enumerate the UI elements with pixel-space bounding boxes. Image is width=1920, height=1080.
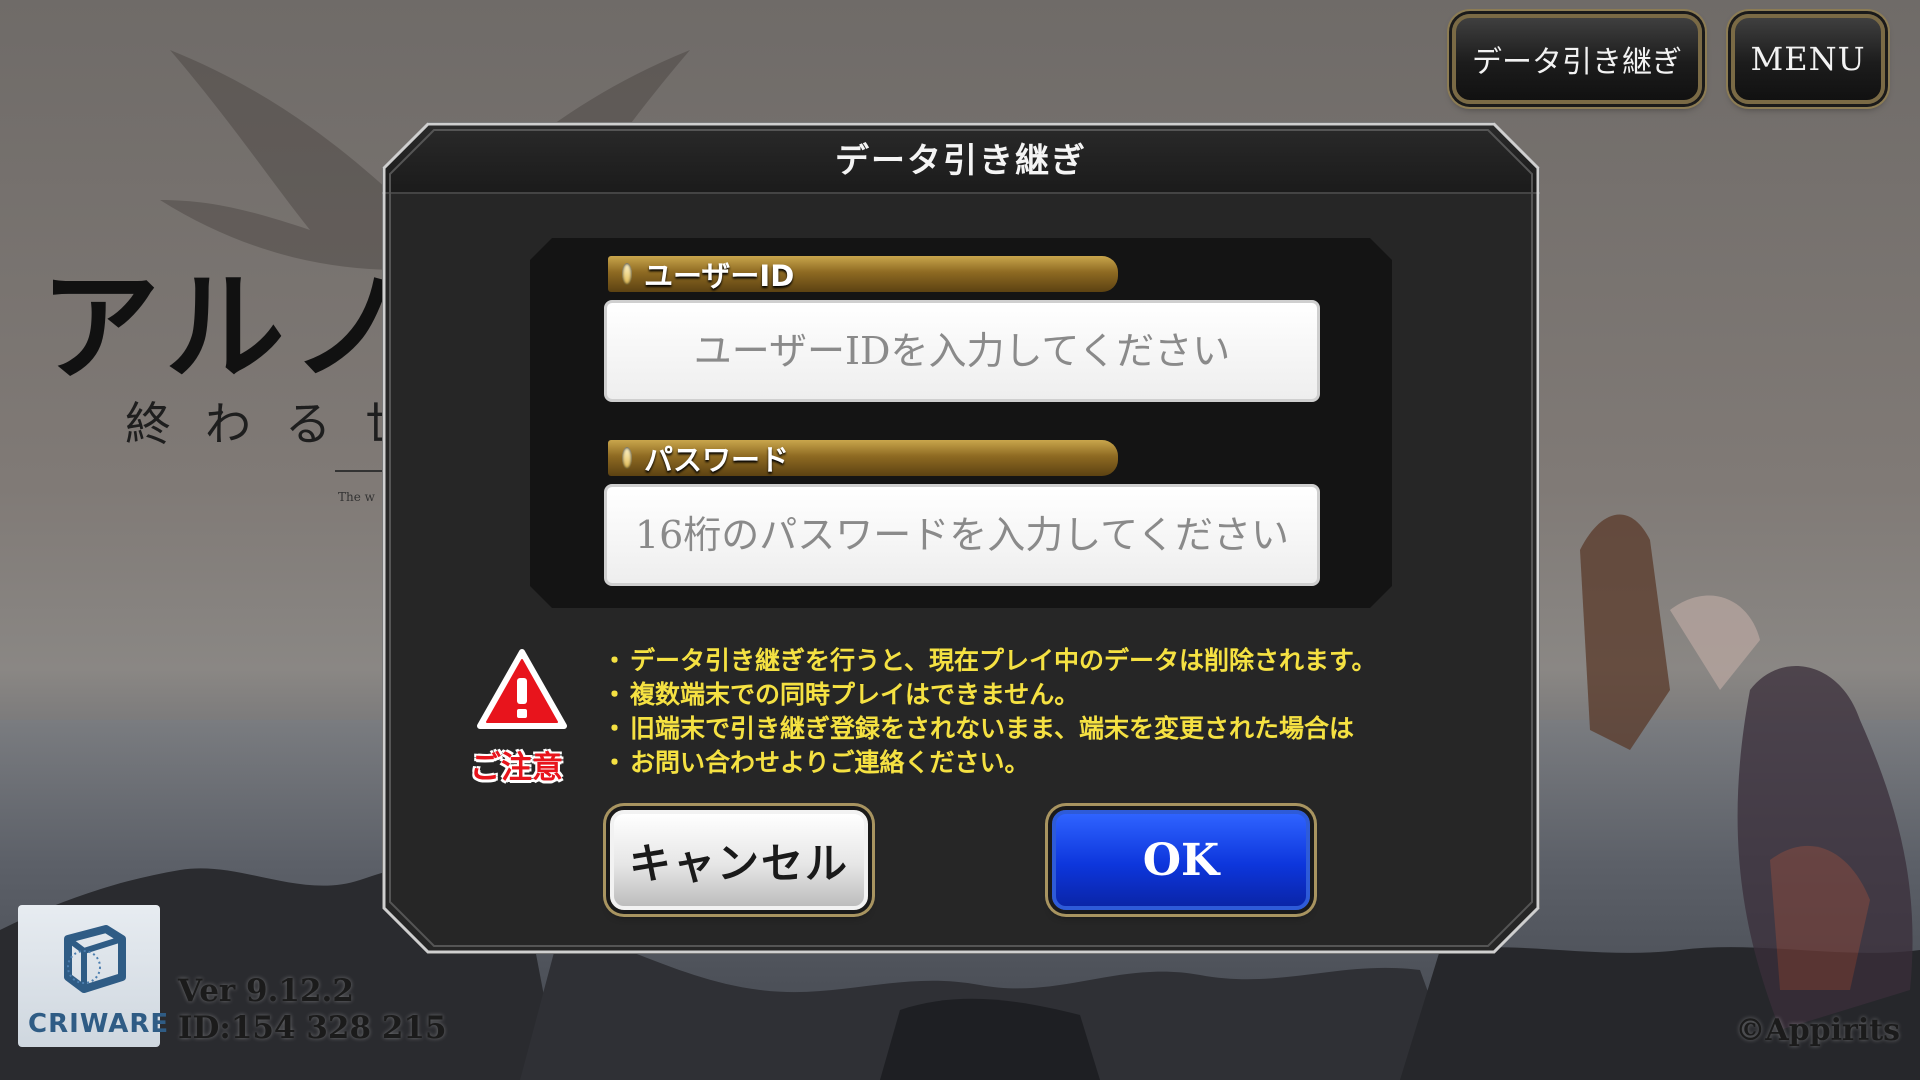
password-input[interactable] [607,486,1317,584]
ok-button[interactable]: OK [1052,810,1310,910]
user-id-label-text: ユーザーID [644,259,795,293]
dialog-title: データ引き継ぎ [835,140,1087,181]
version-number: Ver 9.12.2 [178,973,354,1009]
menu-button[interactable]: MENU [1731,14,1885,104]
user-id-label: ユーザーID [608,256,1118,292]
character-illustration [1580,514,1913,1030]
notice-item: 複数端末での同時プレイはできません。 [608,678,1377,712]
player-id: ID:154 328 215 [178,1010,447,1046]
warning-icon [476,648,568,732]
notice-item-continuation: お問い合わせよりご連絡ください。 [608,746,1377,780]
data-transfer-button[interactable]: データ引き継ぎ [1452,14,1702,104]
notice-item: データ引き継ぎを行うと、現在プレイ中のデータは削除されます。 [608,644,1377,678]
dialog-header: データ引き継ぎ [382,122,1540,194]
notice-list: データ引き継ぎを行うと、現在プレイ中のデータは削除されます。 複数端末での同時プ… [608,644,1377,780]
cancel-button[interactable]: キャンセル [610,810,868,910]
label-gem-icon [622,263,632,285]
logo-tagline: The w [338,490,375,504]
password-field-frame [604,484,1320,586]
version-info: Ver 9.12.2 ID:154 328 215 [178,973,447,1047]
game-logo-title: アルノ [40,257,417,398]
copyright-text: ©Appirits [1735,1013,1900,1048]
notice-label: ご注意 [470,750,563,786]
password-label-text: パスワード [644,443,790,477]
credentials-panel: ユーザーID パスワード [530,238,1392,608]
label-gem-icon [622,447,632,469]
criware-cube-icon [64,925,126,993]
user-id-field-frame [604,300,1320,402]
criware-logo: CRIWARE [18,905,168,1047]
criware-text: CRIWARE [28,1009,170,1039]
notice-item: 旧端末で引き継ぎ登録をされないまま、端末を変更された場合は [608,712,1377,746]
password-label: パスワード [608,440,1118,476]
user-id-input[interactable] [607,302,1317,400]
data-transfer-dialog: データ引き継ぎ ユーザーID パスワード ご注意 データ引き継ぎを行うと、現在プ… [382,122,1540,954]
